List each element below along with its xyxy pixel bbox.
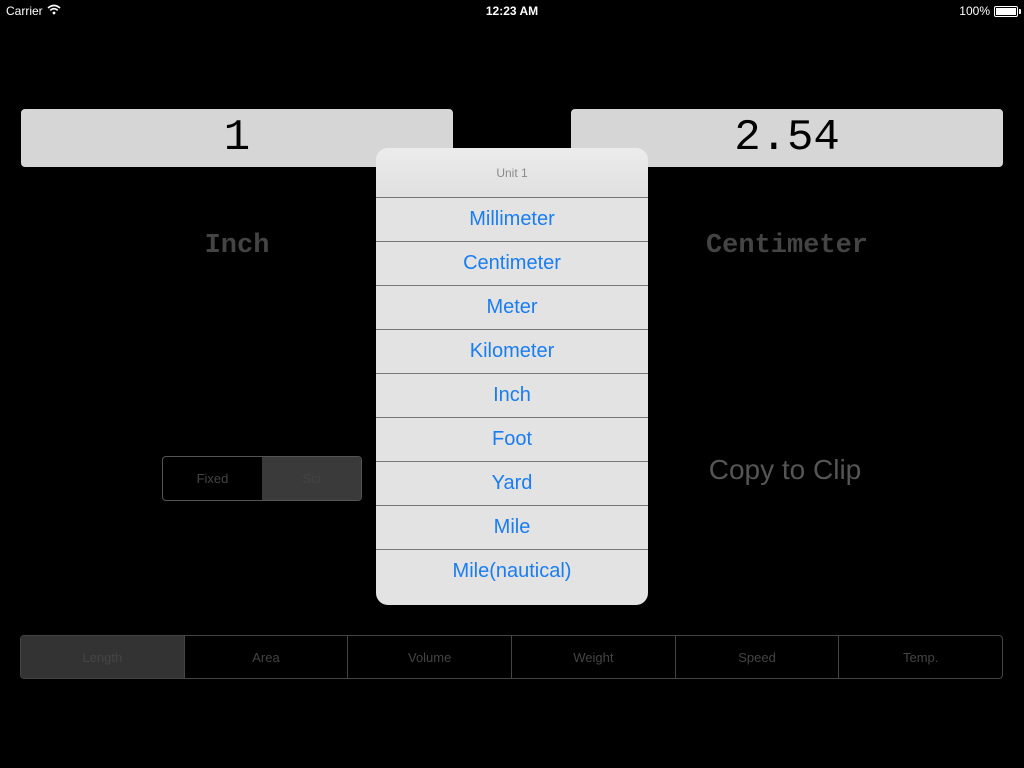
status-right: 100% (959, 4, 1021, 18)
category-volume[interactable]: Volume (348, 636, 513, 678)
unit-option-inch[interactable]: Inch (376, 374, 648, 418)
app-screen: Carrier 12:23 AM 100% 1 2.54 Inch Centim… (0, 0, 1024, 768)
status-bar: Carrier 12:23 AM 100% (0, 0, 1024, 22)
category-length[interactable]: Length (21, 636, 185, 678)
unit-picker-popover: Unit 1 Millimeter Centimeter Meter Kilom… (376, 148, 648, 605)
category-temp[interactable]: Temp. (839, 636, 1002, 678)
category-speed[interactable]: Speed (676, 636, 840, 678)
unit-option-millimeter[interactable]: Millimeter (376, 198, 648, 242)
popover-title: Unit 1 (376, 148, 648, 198)
copy-to-clip-button[interactable]: Copy to Clip (620, 450, 950, 490)
format-fixed-option[interactable]: Fixed (163, 457, 262, 500)
unit-option-mile-nautical[interactable]: Mile(nautical) (376, 550, 648, 593)
unit-option-centimeter[interactable]: Centimeter (376, 242, 648, 286)
category-area[interactable]: Area (185, 636, 349, 678)
unit-option-meter[interactable]: Meter (376, 286, 648, 330)
unit-option-kilometer[interactable]: Kilometer (376, 330, 648, 374)
status-time: 12:23 AM (485, 4, 539, 18)
battery-icon (994, 5, 1021, 17)
unit-option-foot[interactable]: Foot (376, 418, 648, 462)
battery-percent: 100% (959, 4, 990, 18)
category-segment: Length Area Volume Weight Speed Temp. (20, 635, 1003, 679)
unit-option-mile[interactable]: Mile (376, 506, 648, 550)
number-format-segment: Fixed Sci (162, 456, 362, 501)
category-weight[interactable]: Weight (512, 636, 676, 678)
unit-option-yard[interactable]: Yard (376, 462, 648, 506)
format-sci-option[interactable]: Sci (262, 457, 361, 500)
